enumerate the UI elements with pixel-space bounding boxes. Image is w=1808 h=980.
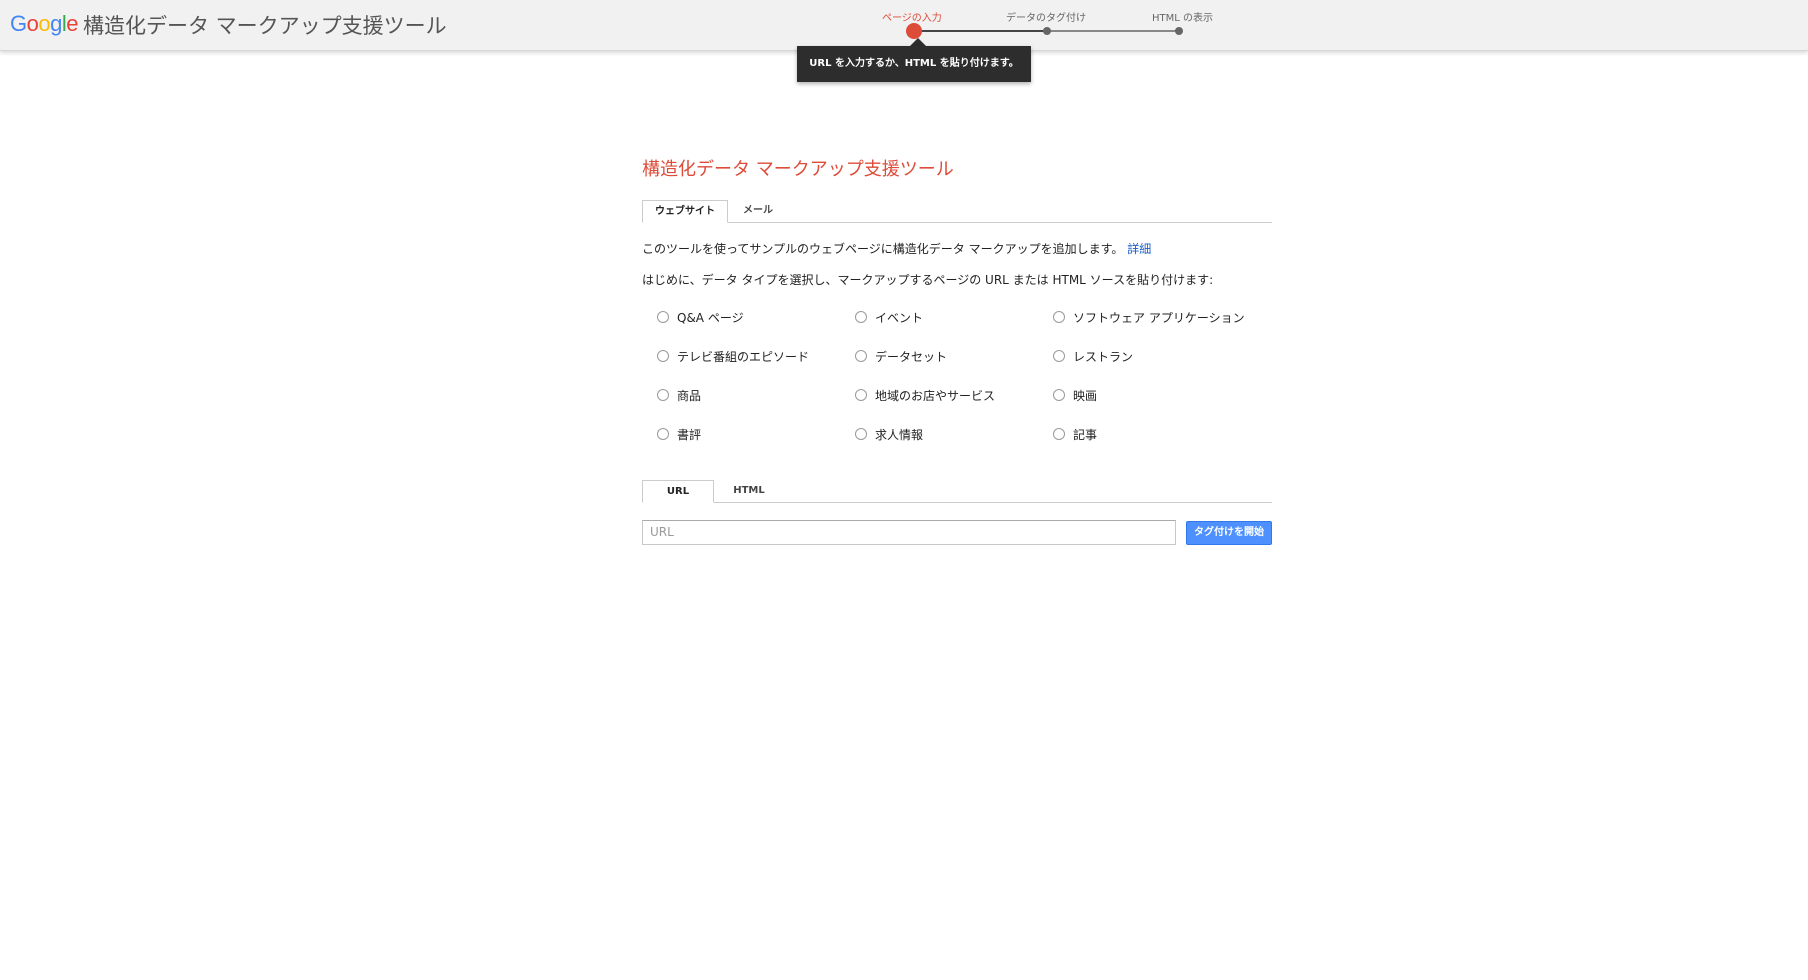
tab-html[interactable]: HTML [722,480,776,503]
radio-label: イベント [875,310,924,325]
radio-label: データセット [875,349,948,364]
step-dot-tag-data [1043,27,1051,35]
step-connector-2 [1047,30,1179,32]
radio-circle[interactable] [1053,389,1065,401]
radio-label: 地域のお店やサービス [875,388,996,403]
tab-url[interactable]: URL [642,480,714,503]
radio-label: 求人情報 [875,427,924,442]
radio-job-posting[interactable]: 求人情報 [855,425,923,443]
url-input[interactable]: URL [642,520,1176,545]
radio-qa-page[interactable]: Q&A ページ [657,308,744,326]
radio-circle[interactable] [1053,350,1065,362]
radio-local-business[interactable]: 地域のお店やサービス [855,386,995,404]
radio-circle[interactable] [855,311,867,323]
radio-article[interactable]: 記事 [1053,425,1097,443]
radio-label: 商品 [677,388,702,403]
radio-circle[interactable] [1053,428,1065,440]
tab-email[interactable]: メール [736,200,780,223]
radio-circle[interactable] [657,428,669,440]
radio-label: Q&A ページ [677,310,744,325]
radio-label: 記事 [1073,427,1098,442]
radio-book-review[interactable]: 書評 [657,425,701,443]
google-logo[interactable]: Google [10,11,79,37]
radio-label: レストラン [1073,349,1134,364]
radio-circle[interactable] [1053,311,1065,323]
radio-label: 書評 [677,427,702,442]
radio-circle[interactable] [657,311,669,323]
intro-sentence: このツールを使ってサンプルのウェブページに構造化データ マークアップを追加します… [642,242,1124,256]
details-link[interactable]: 詳細 [1127,242,1151,256]
radio-restaurant[interactable]: レストラン [1053,347,1133,365]
step-dot-input-page [906,23,922,39]
step-tooltip: URL を入力するか、HTML を貼り付けます。 [797,46,1031,82]
step-label-view-html: HTML の表示 [1152,13,1214,24]
step-dot-view-html [1175,27,1183,35]
radio-circle[interactable] [855,350,867,362]
instruction-text: はじめに、データ タイプを選択し、マークアップするページの URL または HT… [642,273,1214,287]
radio-circle[interactable] [657,389,669,401]
radio-dataset[interactable]: データセット [855,347,947,365]
radio-label: 映画 [1073,388,1098,403]
radio-label: ソフトウェア アプリケーション [1073,310,1245,325]
source-tabs: URL HTML [642,480,1272,503]
tab-website[interactable]: ウェブサイト [642,200,728,223]
app-title: 構造化データ マークアップ支援ツール [83,14,447,38]
start-tagging-button[interactable]: タグ付けを開始 [1186,521,1272,545]
step-label-input-page: ページの入力 [882,13,942,24]
intro-text: このツールを使ってサンプルのウェブページに構造化データ マークアップを追加します… [642,240,1151,257]
page-title: 構造化データ マークアップ支援ツール [642,159,954,180]
radio-event[interactable]: イベント [855,308,923,326]
radio-circle[interactable] [855,389,867,401]
radio-tv-episode[interactable]: テレビ番組のエピソード [657,347,809,365]
radio-circle[interactable] [657,350,669,362]
type-tabs: ウェブサイト メール [642,200,1272,223]
top-bar: Google 構造化データ マークアップ支援ツール ページの入力 データのタグ付… [0,0,1808,51]
radio-label: テレビ番組のエピソード [677,349,810,364]
radio-software-application[interactable]: ソフトウェア アプリケーション [1053,308,1245,326]
step-label-tag-data: データのタグ付け [1006,13,1086,24]
radio-circle[interactable] [855,428,867,440]
tooltip-arrow [910,38,926,46]
radio-product[interactable]: 商品 [657,386,701,404]
radio-movie[interactable]: 映画 [1053,386,1097,404]
step-connector-1 [914,30,1047,32]
